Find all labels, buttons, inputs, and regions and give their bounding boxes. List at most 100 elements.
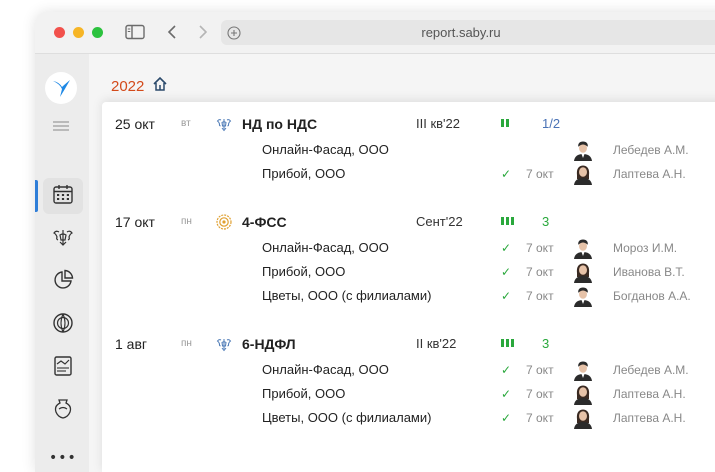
avatar: [572, 163, 594, 185]
address-bar[interactable]: report.saby.ru: [221, 20, 715, 45]
report-header-row[interactable]: 25 окт вт НД по НДС III кв'22 1/2: [102, 112, 715, 136]
responsible-person[interactable]: Иванова В.Т.: [613, 260, 685, 284]
eagle-emblem-icon: [216, 336, 232, 360]
report-period: Сент'22: [416, 214, 463, 229]
avatar: [572, 237, 594, 259]
progress-bars: [501, 339, 514, 347]
fss-badge-icon: [216, 214, 232, 238]
breadcrumb: 2022: [111, 76, 168, 96]
sidebar-item-calendar[interactable]: [43, 178, 83, 214]
organization-name[interactable]: Прибой, ООО: [262, 382, 345, 406]
sidebar-toggle-icon[interactable]: [125, 23, 145, 41]
progress-bars: [501, 119, 509, 127]
minimize-window-button[interactable]: [73, 27, 84, 38]
report-weekday: пн: [181, 216, 192, 227]
submission-date: 7 окт: [526, 363, 554, 377]
progress-bar-segment: [501, 339, 504, 347]
vase-icon: [52, 398, 74, 424]
report-header-row[interactable]: 17 окт пн 4-ФСС Сент'22 3: [102, 210, 715, 234]
url-text: report.saby.ru: [421, 25, 501, 40]
globe-icon: [52, 312, 74, 338]
progress-bar-segment: [506, 217, 509, 225]
close-window-button[interactable]: [54, 27, 65, 38]
organization-name[interactable]: Прибой, ООО: [262, 260, 345, 284]
eagle-emblem-icon: [216, 116, 232, 140]
responsible-person[interactable]: Лаптева А.Н.: [613, 162, 686, 186]
avatar: [572, 383, 594, 405]
avatar: [572, 359, 594, 381]
responsible-person[interactable]: Лебедев А.М.: [613, 138, 689, 162]
organization-row[interactable]: Онлайн-Фасад, ООО ✓ 7 окт Мороз И.М.: [102, 236, 715, 260]
sidebar-item-tax[interactable]: [43, 221, 83, 257]
responsible-person[interactable]: Мороз И.М.: [613, 236, 677, 260]
organization-name[interactable]: Цветы, ООО (с филиалами): [262, 406, 431, 430]
organization-name[interactable]: Онлайн-Фасад, ООО: [262, 138, 389, 162]
submission-date: 7 окт: [526, 289, 554, 303]
report-due-date: 25 окт: [115, 116, 155, 132]
menu-hamburger-icon[interactable]: [52, 116, 70, 135]
pie-chart-icon: [52, 269, 74, 295]
eagle-emblem-icon: [52, 226, 74, 252]
year-link[interactable]: 2022: [111, 78, 144, 95]
chart-document-icon: [52, 355, 74, 381]
back-arrow-icon[interactable]: [167, 23, 177, 41]
organization-row[interactable]: Прибой, ООО ✓ 7 окт Иванова В.Т.: [102, 260, 715, 284]
organization-name[interactable]: Цветы, ООО (с филиалами): [262, 284, 431, 308]
organization-row[interactable]: Онлайн-Фасад, ООО Лебедев А.М.: [102, 138, 715, 162]
submission-date: 7 окт: [526, 411, 554, 425]
organization-name[interactable]: Онлайн-Фасад, ООО: [262, 358, 389, 382]
progress-bar-segment: [506, 339, 509, 347]
avatar: [572, 261, 594, 283]
submitted-count[interactable]: 3: [542, 210, 549, 234]
avatar: [572, 285, 594, 307]
checkmark-icon: ✓: [501, 411, 512, 425]
checkmark-icon: ✓: [501, 241, 512, 255]
report-title[interactable]: НД по НДС: [242, 112, 317, 136]
report-header-row[interactable]: 1 авг пн 6-НДФЛ II кв'22 3: [102, 332, 715, 356]
home-icon[interactable]: [152, 76, 168, 96]
report-title[interactable]: 4-ФСС: [242, 210, 287, 234]
organization-row[interactable]: Цветы, ООО (с филиалами) ✓ 7 окт Лаптева А.…: [102, 406, 715, 430]
progress-bar-segment: [506, 119, 509, 127]
report-weekday: пн: [181, 338, 192, 349]
sidebar-item-reports[interactable]: [43, 350, 83, 386]
submission-date: 7 окт: [526, 387, 554, 401]
responsible-person[interactable]: Богданов А.А.: [613, 284, 691, 308]
organization-name[interactable]: Прибой, ООО: [262, 162, 345, 186]
title-bar: report.saby.ru: [35, 12, 715, 54]
reports-list: 25 окт вт НД по НДС III кв'22 1/2 Онлайн-Фаса…: [102, 102, 715, 472]
submitted-count[interactable]: 3: [542, 332, 549, 356]
responsible-person[interactable]: Лаптева А.Н.: [613, 406, 686, 430]
sidebar-more-button[interactable]: •••: [49, 450, 77, 466]
responsible-person[interactable]: Лаптева А.Н.: [613, 382, 686, 406]
forward-arrow-icon[interactable]: [198, 23, 208, 41]
organization-row[interactable]: Прибой, ООО ✓ 7 окт Лаптева А.Н.: [102, 382, 715, 406]
responsible-person[interactable]: Лебедев А.М.: [613, 358, 689, 382]
report-due-date: 17 окт: [115, 214, 155, 230]
report-period: III кв'22: [416, 116, 460, 131]
organization-name[interactable]: Онлайн-Фасад, ООО: [262, 236, 389, 260]
report-title[interactable]: 6-НДФЛ: [242, 332, 296, 356]
organization-row[interactable]: Цветы, ООО (с филиалами) ✓ 7 окт Богданов А…: [102, 284, 715, 308]
sidebar-item-analytics[interactable]: [43, 264, 83, 300]
sidebar-item-global[interactable]: [43, 307, 83, 343]
submitted-count[interactable]: 1/2: [542, 112, 560, 136]
progress-bar-segment: [511, 339, 514, 347]
progress-bars: [501, 217, 514, 225]
submission-date: 7 окт: [526, 265, 554, 279]
sidebar-item-awards[interactable]: [43, 393, 83, 429]
calendar-icon: [52, 183, 74, 209]
browser-window: report.saby.ru ••• 2022 25 окт вт НД по …: [35, 12, 715, 472]
report-period: II кв'22: [416, 336, 457, 351]
maximize-window-button[interactable]: [92, 27, 103, 38]
submission-date: 7 окт: [526, 241, 554, 255]
organization-row[interactable]: Онлайн-Фасад, ООО ✓ 7 окт Лебедев А.М.: [102, 358, 715, 382]
progress-bar-segment: [511, 217, 514, 225]
progress-bar-segment: [501, 217, 504, 225]
submission-date: 7 окт: [526, 167, 554, 181]
organization-row[interactable]: Прибой, ООО ✓ 7 окт Лаптева А.Н.: [102, 162, 715, 186]
active-indicator: [35, 180, 38, 212]
saby-logo[interactable]: [45, 72, 77, 104]
checkmark-icon: ✓: [501, 167, 512, 181]
progress-bar-segment: [501, 119, 504, 127]
